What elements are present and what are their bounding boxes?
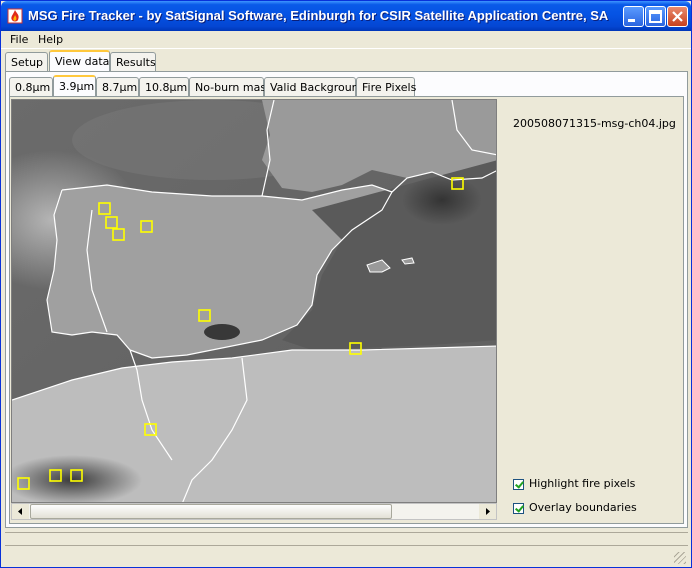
arrow-right-icon bbox=[486, 508, 490, 515]
cloud-shadow bbox=[204, 324, 240, 340]
fire-icon bbox=[7, 8, 23, 24]
highlight-fire-pixels-checkbox[interactable]: Highlight fire pixels bbox=[513, 477, 635, 491]
image-filename: 200508071315-msg-ch04.jpg bbox=[513, 117, 676, 130]
tab-setup[interactable]: Setup bbox=[5, 52, 48, 71]
overlay-boundaries-checkbox[interactable]: Overlay boundaries bbox=[513, 501, 637, 515]
tab-view-data[interactable]: View data bbox=[49, 50, 110, 71]
status-divider bbox=[5, 545, 688, 546]
satellite-image bbox=[12, 100, 496, 502]
maximize-icon bbox=[649, 10, 662, 23]
tab-fire-pixels[interactable]: Fire Pixels bbox=[356, 77, 416, 96]
menu-help[interactable]: Help bbox=[38, 33, 63, 46]
satellite-image-view[interactable] bbox=[11, 99, 497, 503]
menu-bar: File Help bbox=[1, 31, 691, 49]
highlight-fire-pixels-label: Highlight fire pixels bbox=[529, 477, 636, 490]
tab-0-8um[interactable]: 0.8µm bbox=[9, 77, 53, 96]
arrow-left-icon bbox=[18, 508, 22, 515]
scroll-thumb[interactable] bbox=[30, 504, 392, 519]
tab-3-9um[interactable]: 3.9µm bbox=[53, 75, 96, 96]
app-window: MSG Fire Tracker - by SatSignal Software… bbox=[0, 0, 692, 568]
resize-grip[interactable] bbox=[674, 552, 686, 564]
window-title: MSG Fire Tracker - by SatSignal Software… bbox=[28, 8, 609, 23]
scroll-left-button[interactable] bbox=[12, 504, 29, 519]
status-bar bbox=[5, 532, 688, 566]
horizontal-scrollbar[interactable] bbox=[11, 503, 497, 520]
tab-10-8um[interactable]: 10.8µm bbox=[139, 77, 189, 96]
menu-file[interactable]: File bbox=[10, 33, 28, 46]
tab-8-7um[interactable]: 8.7µm bbox=[96, 77, 139, 96]
tab-no-burn-mask[interactable]: No-burn mask bbox=[189, 77, 272, 96]
scroll-right-button[interactable] bbox=[479, 504, 496, 519]
tab-results[interactable]: Results bbox=[110, 52, 156, 71]
close-icon bbox=[672, 11, 683, 22]
checkbox-checked-icon[interactable] bbox=[513, 502, 524, 514]
close-button[interactable] bbox=[667, 6, 688, 27]
overlay-boundaries-label: Overlay boundaries bbox=[529, 501, 637, 514]
tab-valid-background[interactable]: Valid Background bbox=[264, 77, 366, 96]
cloud-shadow bbox=[402, 175, 482, 225]
minimize-icon bbox=[628, 19, 635, 22]
title-bar[interactable]: MSG Fire Tracker - by SatSignal Software… bbox=[1, 1, 691, 31]
maximize-button[interactable] bbox=[645, 6, 666, 27]
minimize-button[interactable] bbox=[623, 6, 644, 27]
checkbox-checked-icon[interactable] bbox=[513, 478, 524, 490]
